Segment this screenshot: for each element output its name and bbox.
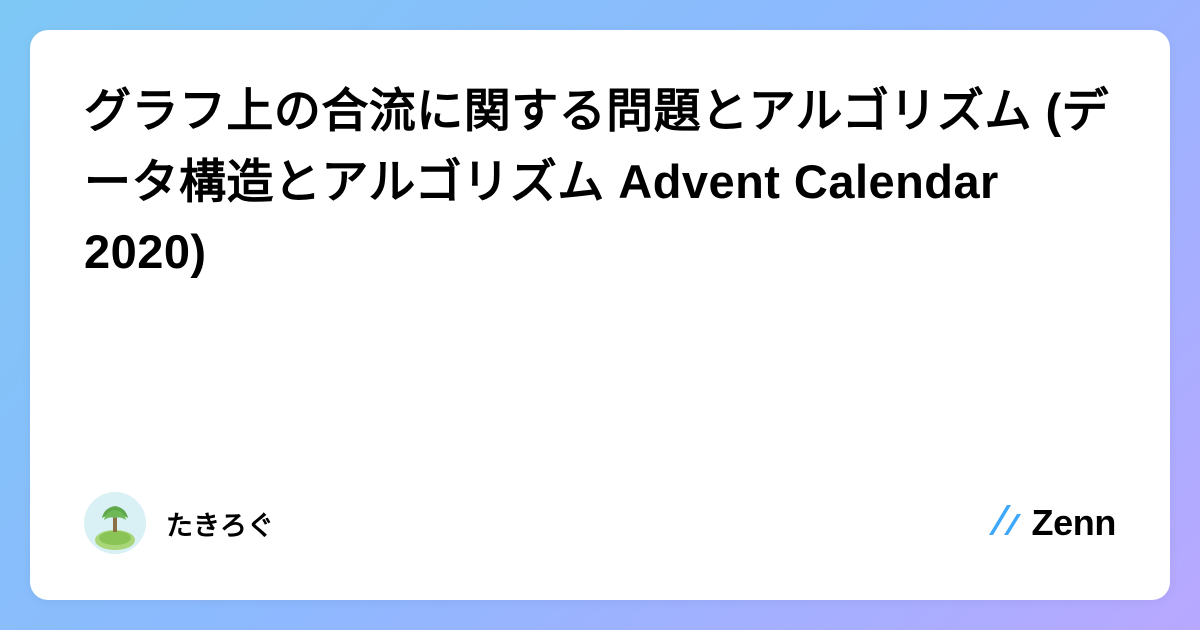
- author-avatar: [84, 492, 146, 554]
- article-title: グラフ上の合流に関する問題とアルゴリズム (データ構造とアルゴリズム Adven…: [84, 76, 1116, 288]
- card-footer: たきろぐ Zenn: [84, 492, 1116, 554]
- og-card: グラフ上の合流に関する問題とアルゴリズム (データ構造とアルゴリズム Adven…: [30, 30, 1170, 600]
- author-name: たきろぐ: [166, 504, 274, 543]
- brand-logo: Zenn: [987, 502, 1116, 544]
- zenn-logo-icon: [987, 503, 1023, 544]
- author-block: たきろぐ: [84, 492, 274, 554]
- brand-name: Zenn: [1031, 502, 1116, 544]
